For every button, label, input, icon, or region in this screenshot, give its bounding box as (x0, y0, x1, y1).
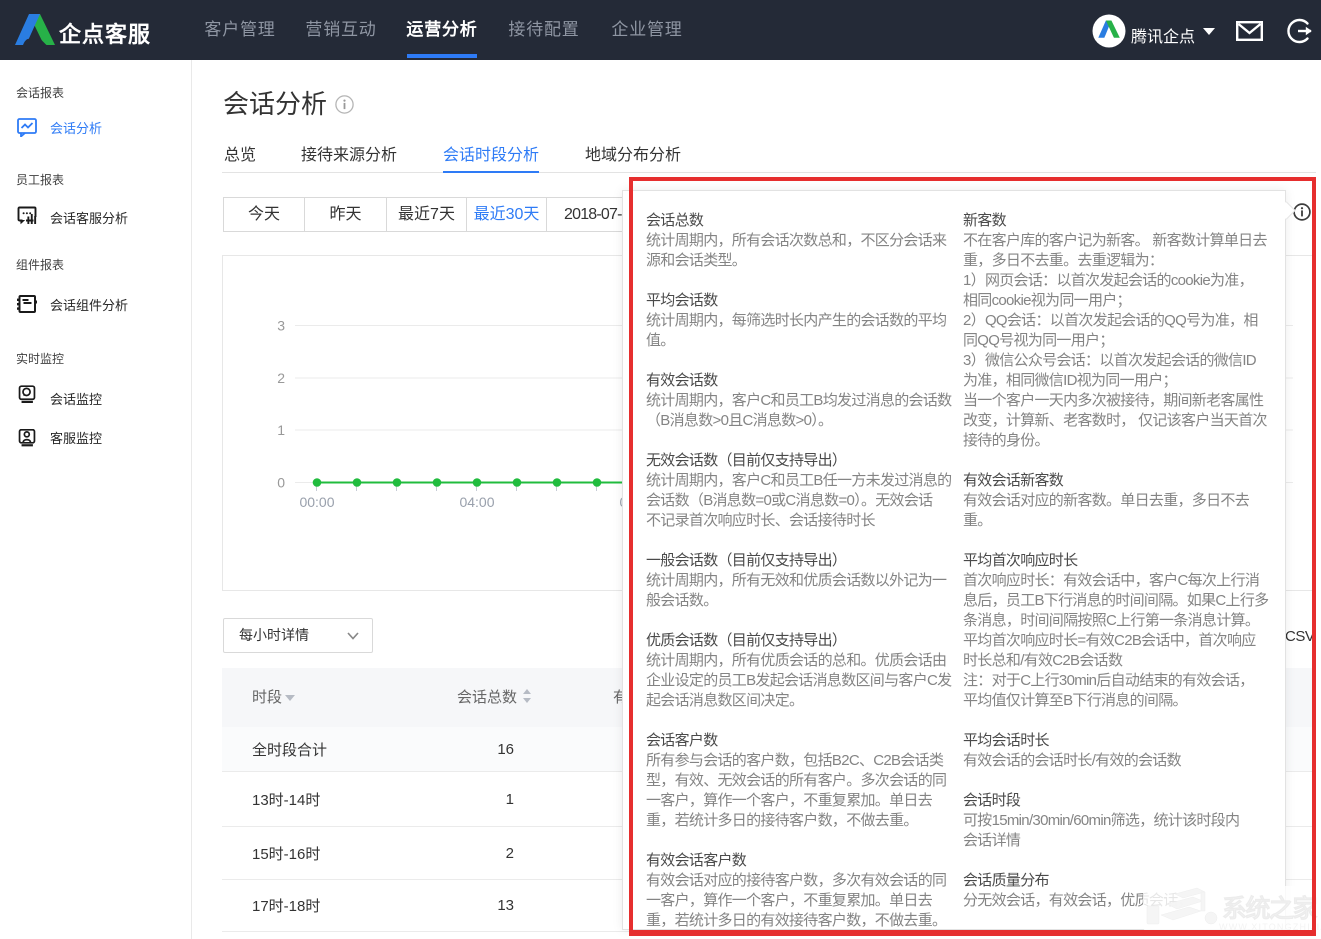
svg-text:0: 0 (277, 475, 285, 491)
svg-text:1: 1 (277, 422, 285, 438)
svg-text:3: 3 (277, 318, 285, 334)
svg-text:2: 2 (277, 370, 285, 386)
svg-text:00:00: 00:00 (299, 494, 334, 510)
svg-text:04:00: 04:00 (459, 494, 494, 510)
